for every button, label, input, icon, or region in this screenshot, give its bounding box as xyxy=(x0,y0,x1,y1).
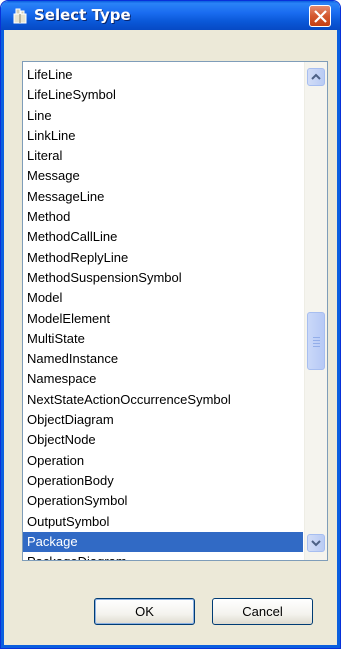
list-item[interactable]: MessageLine xyxy=(23,187,303,207)
list-item[interactable]: LifeLine xyxy=(23,65,303,85)
list-item[interactable]: MethodCallLine xyxy=(23,227,303,247)
window-border-right xyxy=(337,30,340,648)
window-border-left xyxy=(1,30,4,648)
close-icon xyxy=(314,10,327,23)
list-item[interactable]: OperationSymbol xyxy=(23,491,303,511)
window-border-bottom xyxy=(1,645,340,648)
list-item[interactable]: OutputSymbol xyxy=(23,512,303,532)
close-button[interactable] xyxy=(309,5,331,27)
thumb-grip xyxy=(313,343,320,344)
list-item[interactable]: Line xyxy=(23,106,303,126)
list-item[interactable]: ModelElement xyxy=(23,309,303,329)
list-item[interactable]: LifeLineSymbol xyxy=(23,85,303,105)
vertical-scrollbar[interactable] xyxy=(304,62,327,560)
thumb-grip xyxy=(313,340,320,341)
dialog-title: Select Type xyxy=(34,6,131,24)
list-item[interactable]: MethodReplyLine xyxy=(23,248,303,268)
list-item[interactable]: OperationBody xyxy=(23,471,303,491)
scroll-up-button[interactable] xyxy=(307,68,325,86)
list-item[interactable]: MethodSuspensionSymbol xyxy=(23,268,303,288)
list-item[interactable]: LinkLine xyxy=(23,126,303,146)
list-item[interactable]: NextStateActionOccurrenceSymbol xyxy=(23,390,303,410)
list-item[interactable]: Method xyxy=(23,207,303,227)
package-icon xyxy=(11,7,29,25)
list-item[interactable]: Package xyxy=(23,531,303,553)
list-item[interactable]: MultiState xyxy=(23,329,303,349)
chevron-up-icon xyxy=(311,73,321,80)
scroll-down-button[interactable] xyxy=(307,534,325,552)
select-type-dialog: Select Type LifeLine LifeLineSymbol Line Li… xyxy=(0,0,341,649)
title-bar[interactable]: Select Type xyxy=(1,1,340,30)
list-item[interactable]: Message xyxy=(23,166,303,186)
type-listbox[interactable]: LifeLine LifeLineSymbol Line LinkLine Litera… xyxy=(22,61,328,561)
cancel-button[interactable]: Cancel xyxy=(212,598,313,625)
list-item[interactable]: NamedInstance xyxy=(23,349,303,369)
list-item[interactable]: Operation xyxy=(23,451,303,471)
list-item[interactable]: ObjectDiagram xyxy=(23,410,303,430)
thumb-grip xyxy=(313,337,320,338)
scroll-thumb[interactable] xyxy=(307,312,325,370)
list-item[interactable]: Namespace xyxy=(23,369,303,389)
thumb-grip xyxy=(313,346,320,347)
chevron-down-icon xyxy=(311,540,321,547)
ok-button[interactable]: OK xyxy=(94,598,195,625)
list-item[interactable]: Model xyxy=(23,288,303,308)
list-item[interactable]: Literal xyxy=(23,146,303,166)
list-item[interactable]: PackageDiagram xyxy=(23,552,303,560)
type-list: LifeLine LifeLineSymbol Line LinkLine Litera… xyxy=(23,65,303,560)
list-item[interactable]: ObjectNode xyxy=(23,430,303,450)
